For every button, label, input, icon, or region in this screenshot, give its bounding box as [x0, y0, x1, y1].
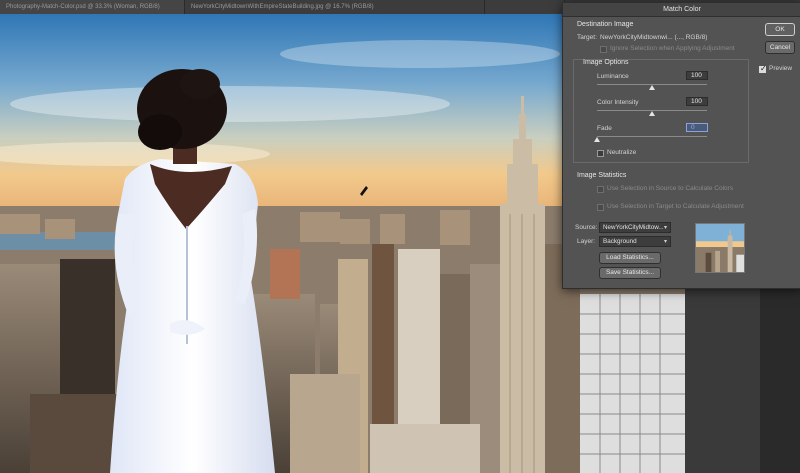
- target-value: NewYorkCityMidtownwi... (..., RGB/8): [600, 34, 708, 41]
- preview-checkbox[interactable]: [759, 64, 767, 73]
- image-options-heading: Image Options: [583, 59, 629, 66]
- fade-slider-thumb[interactable]: [594, 137, 600, 142]
- load-statistics-button[interactable]: Load Statistics...: [599, 252, 661, 264]
- document-tab-extra[interactable]: [485, 0, 565, 14]
- color-intensity-label: Color Intensity: [597, 99, 639, 106]
- preview-label: Preview: [769, 65, 793, 72]
- source-select[interactable]: NewYorkCityMidtow... ▾: [599, 222, 671, 233]
- source-thumbnail-image: [696, 224, 744, 272]
- cancel-button[interactable]: Cancel: [765, 41, 795, 54]
- source-thumbnail: [695, 223, 745, 273]
- use-source-selection-label: Use Selection in Source to Calculate Col…: [607, 185, 734, 192]
- layer-select-value: Background: [603, 238, 637, 245]
- destination-image-heading: Destination Image: [577, 21, 634, 28]
- use-source-selection-checkbox[interactable]: [597, 186, 604, 193]
- image-statistics-heading: Image Statistics: [577, 172, 627, 179]
- layer-select[interactable]: Background ▾: [599, 236, 671, 247]
- document-tab-nyc[interactable]: NewYorkCityMidtownWithEmpireStateBuildin…: [185, 0, 485, 14]
- fade-field[interactable]: 0: [686, 123, 708, 132]
- source-label: Source:: [575, 224, 598, 231]
- dialog-title: Match Color: [563, 3, 800, 17]
- fade-slider[interactable]: [597, 136, 707, 137]
- luminance-slider-thumb[interactable]: [649, 85, 655, 90]
- source-select-value: NewYorkCityMidtow...: [603, 224, 664, 231]
- fade-label: Fade: [597, 125, 612, 132]
- use-target-selection-checkbox[interactable]: [597, 204, 604, 211]
- color-intensity-slider-thumb[interactable]: [649, 111, 655, 116]
- neutralize-checkbox[interactable]: [597, 150, 604, 157]
- document-tab-psd[interactable]: Photography-Match-Color.psd @ 33.3% (Wom…: [0, 0, 185, 14]
- save-statistics-button[interactable]: Save Statistics...: [599, 267, 661, 279]
- luminance-label: Luminance: [597, 73, 629, 80]
- target-label: Target:: [577, 34, 597, 41]
- layer-label: Layer:: [577, 238, 596, 245]
- color-intensity-field[interactable]: 100: [686, 97, 708, 106]
- use-target-selection-label: Use Selection in Target to Calculate Adj…: [607, 203, 744, 210]
- luminance-field[interactable]: 100: [686, 71, 708, 80]
- ignore-selection-checkbox[interactable]: [600, 46, 607, 53]
- neutralize-label: Neutralize: [607, 149, 637, 156]
- match-color-dialog: Match Color Destination Image Target: Ne…: [562, 2, 800, 289]
- chevron-down-icon: ▾: [663, 238, 667, 245]
- ok-button[interactable]: OK: [765, 23, 795, 36]
- chevron-down-icon: ▾: [663, 224, 667, 231]
- ignore-selection-label: Ignore Selection when Applying Adjustmen…: [610, 45, 735, 52]
